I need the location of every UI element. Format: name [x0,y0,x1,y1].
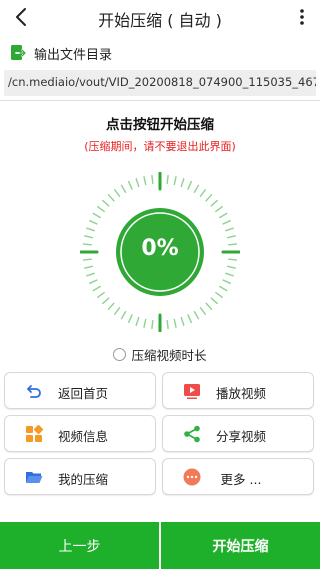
progress-percent: 0% [141,236,179,261]
dial-tick [151,319,154,330]
dial-tick [135,316,140,326]
compress-heading: 点击按钮开始压缩 [106,117,214,133]
dial-tick [92,285,101,292]
dial-tick [199,307,206,315]
dial-tick [210,199,218,207]
dial-tick [226,265,237,269]
duration-radio[interactable] [113,348,127,361]
home-label: 返回首页 [57,386,108,401]
dial-tick [143,175,147,186]
dial-tick [205,302,213,310]
dial-tick [86,227,96,232]
dial-tick [107,194,115,202]
start-compress-label: 开始压缩 [212,538,269,555]
dial-tick [114,189,121,197]
my-compress-button[interactable]: 我的压缩 [4,458,156,495]
dial-tick [199,189,206,197]
output-directory-row[interactable]: 输出文件目录 [10,43,112,63]
dial-tick [215,206,223,213]
dial-tick [92,212,101,219]
dial-tick [187,314,193,324]
my-compress-label: 我的压缩 [57,472,108,487]
dial-tick [97,206,105,213]
play-video-label: 播放视频 [215,386,266,401]
dial-tick [107,302,115,310]
output-directory-label: 输出文件目录 [34,47,113,63]
start-compress-button[interactable]: 开始压缩 [161,522,320,569]
page-title: 开始压缩 ( 自动 ) [98,11,222,30]
dial-tick [180,316,185,326]
dial-tick [88,279,98,285]
video-info-label: 视频信息 [57,429,108,444]
dial-tick [166,174,169,185]
more-vertical-icon[interactable] [298,8,306,26]
dial-tick [127,180,133,190]
dial-tick [210,297,218,305]
output-path-field[interactable]: /cn.mediaio/vout/VID_20200818_074900_115… [4,70,316,96]
folder-export-icon [11,45,26,60]
dial-tick [151,174,154,185]
compress-warning: (压缩期间，请不要退出此界面) [84,140,236,153]
play-video-button[interactable]: 播放视频 [162,372,314,409]
dial-tick [224,272,234,277]
bottom-bar: 上一步 开始压缩 [0,522,320,569]
dial-tick [173,318,177,329]
dial-tick [88,219,98,225]
dial-tick [224,227,234,232]
dial-tick [219,285,228,292]
dial-tick [173,175,177,186]
dial-tick [222,279,232,285]
dial-tick [205,194,213,202]
compress-duration-option[interactable]: 压缩视频时长 [0,345,320,364]
dial-tick [180,178,185,188]
divider [0,100,320,101]
dial-tick [219,212,228,219]
home-button[interactable]: 返回首页 [4,372,156,409]
previous-step-button[interactable]: 上一步 [0,522,159,569]
dial-tick [166,319,169,330]
dial-tick [102,297,110,305]
top-bar: 开始压缩 ( 自动 ) [0,0,320,34]
dial-tick [102,199,110,207]
dial-tick [86,272,96,277]
dial-tick [215,291,223,298]
dial-tick [193,184,200,193]
more-label: 更多 ... [220,472,262,487]
dial-tick [143,318,147,329]
duration-label: 压缩视频时长 [131,348,207,363]
dial-tick [193,311,200,320]
more-button[interactable]: 更多 ... [162,458,314,495]
share-video-button[interactable]: 分享视频 [162,415,314,452]
dial-tick [187,180,193,190]
video-info-button[interactable]: 视频信息 [4,415,156,452]
output-path-text: /cn.mediaio/vout/VID_20200818_074900_115… [8,75,316,89]
dial-tick [120,184,127,193]
dial-tick [114,307,121,315]
dial-tick [97,291,105,298]
dial-tick [83,265,94,269]
dial-tick [222,219,232,225]
previous-step-label: 上一步 [58,538,101,555]
share-video-label: 分享视频 [215,429,266,444]
dial-tick [135,178,140,188]
dial-tick [120,311,127,320]
dial-tick [127,314,133,324]
